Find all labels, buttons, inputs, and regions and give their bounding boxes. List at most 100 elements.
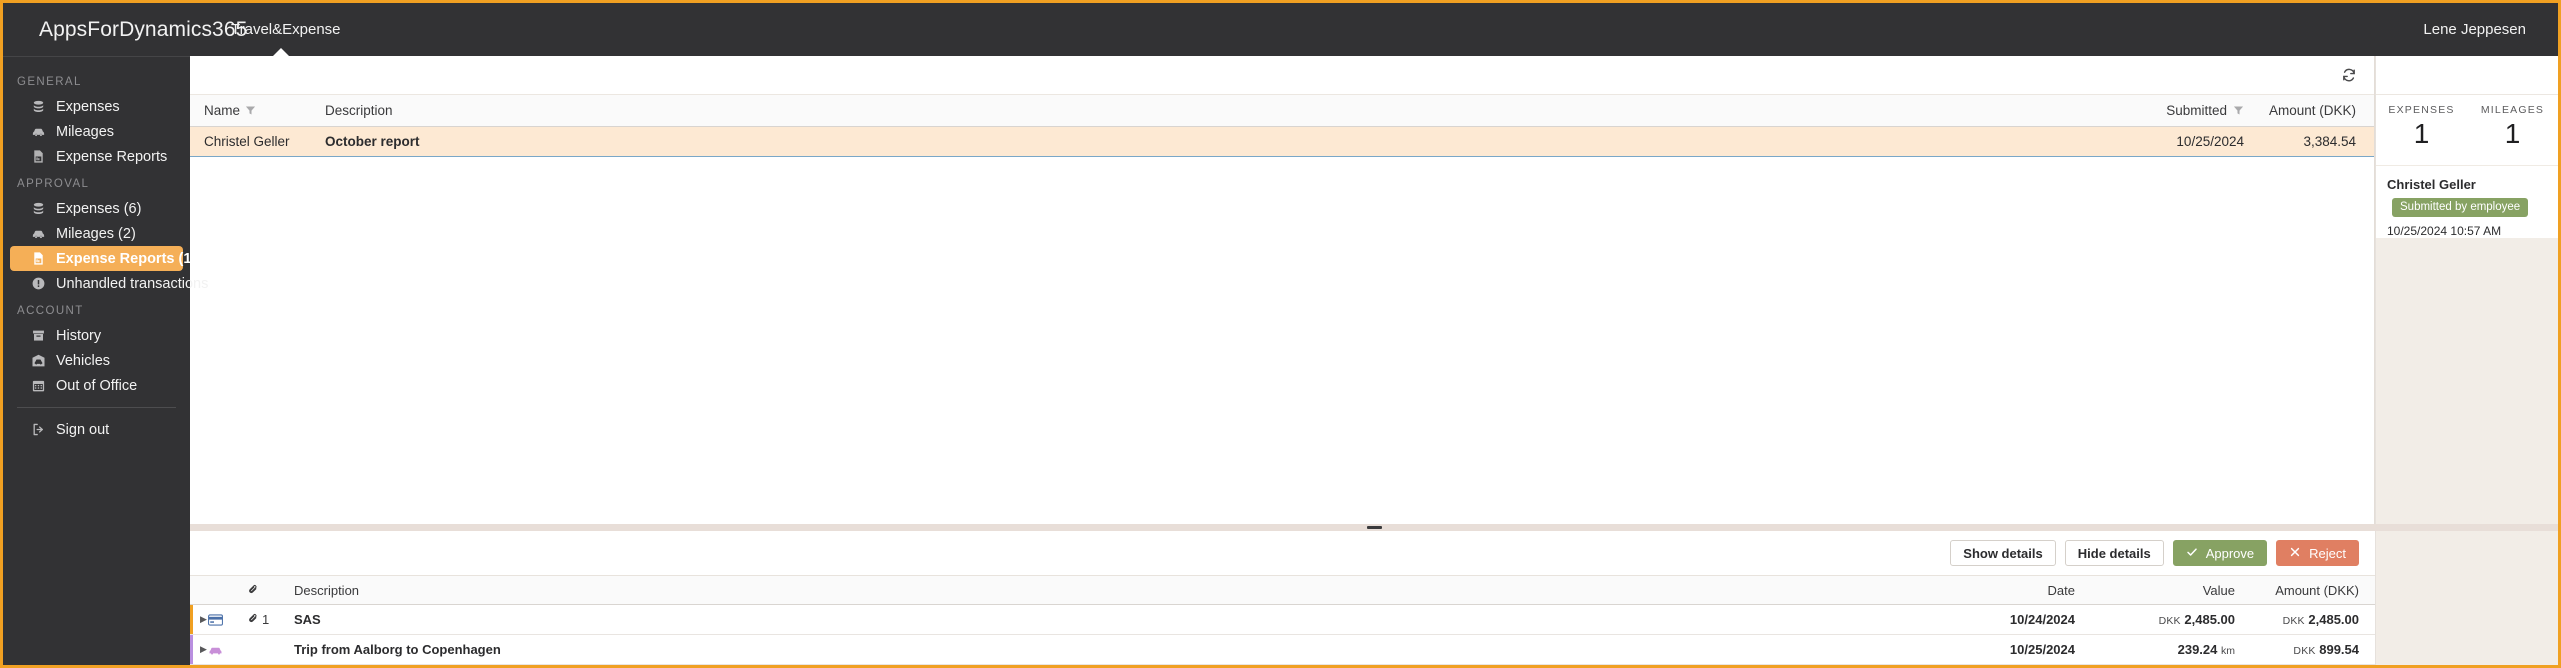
status-badge: Submitted by employee bbox=[2392, 198, 2529, 217]
sidebar-item-sign-out[interactable]: Sign out bbox=[10, 417, 183, 442]
counter-expenses: EXPENSES 1 bbox=[2376, 104, 2467, 151]
sidebar-item-label: History bbox=[56, 327, 102, 344]
car-icon bbox=[208, 644, 248, 656]
row-accent-bar bbox=[190, 605, 193, 634]
cell-name: Christel Geller bbox=[204, 134, 290, 149]
detail-side-panel: EXPENSES 1 MILEAGES 1 Christel Geller Su… bbox=[2375, 56, 2558, 524]
side-panel-spacer bbox=[2376, 56, 2558, 94]
sidebar-divider bbox=[17, 407, 176, 408]
counter-expenses-label: EXPENSES bbox=[2388, 104, 2455, 116]
report-icon bbox=[30, 149, 46, 165]
sidebar-item-vehicles[interactable]: Vehicles bbox=[10, 348, 183, 373]
sidebar-item-label: Expense Reports bbox=[56, 148, 168, 165]
coins-icon bbox=[30, 99, 46, 115]
sidebar-item-unhandled-transactions[interactable]: Unhandled transactions bbox=[10, 271, 208, 296]
sidebar-item-history[interactable]: History bbox=[10, 323, 183, 348]
detail-area: Show details Hide details Approve Reject… bbox=[190, 531, 2558, 665]
column-header-name[interactable]: Name bbox=[190, 103, 310, 118]
cell-value-number: 2,485.00 bbox=[2184, 612, 2235, 627]
cell-date: 10/25/2024 bbox=[2009, 642, 2075, 657]
column-header-description[interactable]: Description bbox=[310, 103, 2094, 118]
column-header-amount[interactable]: Amount (DKK) bbox=[2244, 103, 2374, 118]
table-row[interactable]: Christel Geller October report 10/25/202… bbox=[190, 127, 2374, 157]
sidebar-group-approval: Expenses (6) Mileages (2) Expense Report… bbox=[3, 196, 208, 296]
detail-attachment-col[interactable] bbox=[248, 583, 286, 598]
sidebar-item-label: Vehicles bbox=[56, 352, 111, 369]
cell-value-number: 239.24 bbox=[2177, 642, 2218, 657]
sidebar-group-general: Expenses Mileages Expense Reports bbox=[3, 94, 190, 169]
car-icon bbox=[30, 226, 46, 242]
nav-tab-travel-expense[interactable]: Travel&Expense bbox=[216, 3, 347, 57]
column-header-submitted[interactable]: Submitted bbox=[2094, 103, 2244, 118]
attachment-icon bbox=[248, 612, 259, 627]
sidebar-item-approval-expenses[interactable]: Expenses (6) bbox=[10, 196, 183, 221]
cell-amount-currency: DKK bbox=[2282, 615, 2305, 627]
cell-amount-currency: DKK bbox=[2293, 645, 2316, 657]
top-bar: AppsForDynamics365 Travel&Expense Lene J… bbox=[3, 3, 2558, 57]
alert-icon bbox=[30, 276, 46, 292]
cell-amount: 3,384.54 bbox=[2303, 134, 2356, 149]
sidebar-item-label: Expense Reports (1) bbox=[56, 250, 197, 267]
sidebar-section-general: GENERAL bbox=[17, 76, 82, 88]
filter-icon[interactable] bbox=[2233, 105, 2244, 116]
archive-icon bbox=[30, 328, 46, 344]
master-grid-header: Name Description Submitted Amount (DKK) bbox=[190, 94, 2374, 127]
sidebar-item-label: Expenses bbox=[56, 98, 120, 115]
cell-amount-number: 2,485.00 bbox=[2308, 612, 2359, 627]
table-row[interactable]: ▶ 1 SAS 10/24/2024 DKK 2,485.00 DKK 2,48… bbox=[190, 605, 2375, 635]
hide-details-button[interactable]: Hide details bbox=[2064, 540, 2164, 566]
detail-column-date[interactable]: Date bbox=[1945, 583, 2075, 598]
sidebar-item-approval-expense-reports[interactable]: Expense Reports (1) bbox=[10, 246, 196, 271]
master-grid-empty-space bbox=[190, 157, 2374, 524]
counter-mileages-label: MILEAGES bbox=[2480, 104, 2545, 116]
nav-tab-label: Travel&Expense bbox=[231, 21, 341, 38]
row-accent-bar bbox=[190, 635, 193, 664]
sidebar-item-mileages[interactable]: Mileages bbox=[10, 119, 183, 144]
signout-icon bbox=[30, 422, 46, 438]
attachment-count[interactable]: 1 bbox=[248, 612, 286, 627]
coins-icon bbox=[30, 201, 46, 217]
detail-column-description[interactable]: Description bbox=[286, 583, 1945, 598]
cell-date: 10/24/2024 bbox=[2009, 612, 2075, 627]
counter-expenses-value: 1 bbox=[2413, 118, 2430, 149]
detail-main: Show details Hide details Approve Reject… bbox=[190, 531, 2375, 665]
reject-button-label: Reject bbox=[2309, 545, 2346, 561]
cell-description: Trip from Aalborg to Copenhagen bbox=[294, 642, 501, 657]
detail-column-value[interactable]: Value bbox=[2075, 583, 2235, 598]
approval-timestamp: 10/25/2024 10:57 AM bbox=[2387, 224, 2502, 238]
sidebar-item-approval-mileages[interactable]: Mileages (2) bbox=[10, 221, 183, 246]
refresh-icon[interactable] bbox=[2338, 64, 2360, 86]
detail-grid-header: Description Date Value Amount (DKK) bbox=[190, 575, 2375, 605]
sidebar-item-expenses[interactable]: Expenses bbox=[10, 94, 183, 119]
table-row[interactable]: ▶ Trip from Aalborg to Copenhagen 10/25/… bbox=[190, 635, 2375, 665]
counter-mileages: MILEAGES 1 bbox=[2467, 104, 2558, 151]
counter-mileages-value: 1 bbox=[2504, 118, 2521, 149]
summary-counters: EXPENSES 1 MILEAGES 1 bbox=[2376, 94, 2558, 166]
sidebar: GENERAL Expenses Mileages Expense Report… bbox=[3, 56, 208, 665]
column-header-name-label: Name bbox=[204, 103, 241, 118]
approval-status-block: Christel Geller Submitted by employee 10… bbox=[2376, 166, 2558, 238]
reject-button[interactable]: Reject bbox=[2276, 540, 2359, 566]
cell-amount: DKK 899.54 bbox=[2235, 642, 2375, 657]
card-icon bbox=[208, 613, 248, 626]
approve-button[interactable]: Approve bbox=[2172, 540, 2268, 566]
splitter-handle[interactable] bbox=[1366, 526, 1382, 529]
sidebar-item-expense-reports[interactable]: Expense Reports bbox=[10, 144, 183, 169]
filter-icon[interactable] bbox=[245, 105, 256, 116]
detail-column-amount[interactable]: Amount (DKK) bbox=[2235, 583, 2375, 598]
garage-icon bbox=[30, 353, 46, 369]
current-user[interactable]: Lene Jeppesen bbox=[2423, 21, 2558, 38]
approve-button-label: Approve bbox=[2205, 545, 2255, 561]
cell-description: SAS bbox=[294, 612, 321, 627]
cell-amount: DKK 2,485.00 bbox=[2235, 612, 2375, 627]
show-details-button[interactable]: Show details bbox=[1950, 540, 2056, 566]
action-bar: Show details Hide details Approve Reject bbox=[190, 531, 2375, 575]
sidebar-item-label: Sign out bbox=[56, 421, 110, 438]
sidebar-item-label: Expenses (6) bbox=[56, 200, 142, 217]
panel-splitter[interactable] bbox=[190, 524, 2558, 531]
master-area: Name Description Submitted Amount (DKK) … bbox=[190, 56, 2558, 524]
sidebar-item-out-of-office[interactable]: Out of Office bbox=[10, 373, 183, 398]
sidebar-item-label: Mileages bbox=[56, 123, 115, 140]
attachment-icon bbox=[248, 583, 259, 598]
sidebar-item-label: Out of Office bbox=[56, 377, 138, 394]
